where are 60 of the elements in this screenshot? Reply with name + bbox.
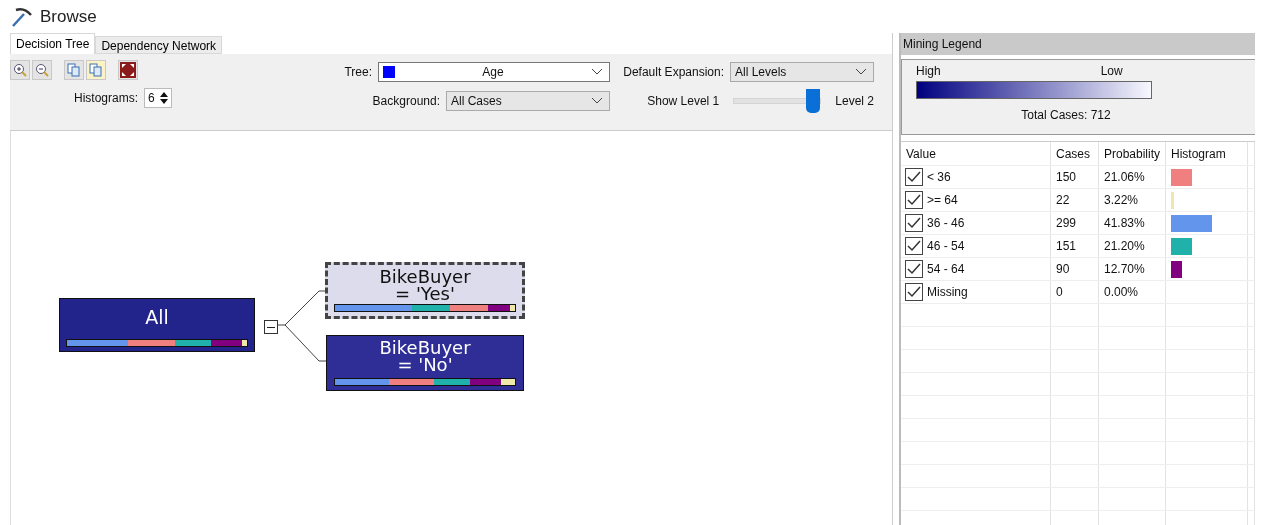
tree-node[interactable]: BikeBuyer = 'No': [326, 335, 524, 391]
table-cell: 0: [1056, 285, 1063, 299]
checkbox[interactable]: [905, 168, 923, 186]
table-cell: 46 - 54: [927, 239, 965, 253]
table-cell: 151: [1056, 239, 1077, 253]
tree-node[interactable]: All: [59, 298, 255, 352]
checkbox[interactable]: [905, 191, 923, 209]
checkbox[interactable]: [905, 260, 923, 278]
panel-header: Mining Legend: [901, 33, 1255, 55]
zoom-in-icon[interactable]: [10, 60, 30, 80]
table-cell: Missing: [927, 285, 968, 299]
fit-to-window-icon[interactable]: [118, 60, 138, 80]
table-cell: 54 - 64: [927, 262, 965, 276]
color-swatch-icon: [383, 66, 395, 78]
column-header: Histogram: [1166, 142, 1248, 165]
column-header: Cases: [1051, 142, 1099, 165]
table-cell: 22: [1056, 193, 1070, 207]
expansion-dropdown[interactable]: All Levels: [730, 62, 874, 82]
checkbox[interactable]: [905, 283, 923, 301]
tab[interactable]: Dependency Network: [95, 36, 223, 54]
level-slider-thumb[interactable]: [806, 89, 821, 113]
copy-icon[interactable]: [86, 60, 106, 80]
window-title: Browse: [40, 6, 97, 27]
table-cell: 21.20%: [1104, 239, 1145, 253]
table-cell: 3.22%: [1104, 193, 1139, 207]
tree-dropdown[interactable]: Age: [378, 62, 610, 82]
pickaxe-icon: [10, 5, 34, 28]
histograms-label: Histograms:: [74, 91, 138, 105]
table-cell: 36 - 46: [927, 216, 965, 230]
low-label: Low: [1100, 64, 1123, 78]
tree-label: Tree:: [344, 65, 372, 79]
histograms-spinner[interactable]: 6: [144, 88, 172, 108]
copy-icon[interactable]: [64, 60, 84, 80]
table-cell: 150: [1056, 170, 1077, 184]
table-cell: 12.70%: [1104, 262, 1145, 276]
zoom-out-icon[interactable]: [32, 60, 52, 80]
background-label: Background:: [372, 94, 440, 108]
level-label: Level 2: [835, 94, 874, 108]
table-cell: 0.00%: [1104, 285, 1139, 299]
total-cases: Total Cases: 712: [1020, 108, 1112, 122]
high-label: High: [916, 64, 941, 78]
show-level-label: Show Level 1: [647, 94, 720, 108]
chevron-down-icon: [591, 97, 603, 105]
checkbox[interactable]: [905, 214, 923, 232]
background-dropdown[interactable]: All Cases: [446, 91, 610, 111]
tab[interactable]: Decision Tree: [10, 33, 96, 54]
default-expansion-label: Default Expansion:: [623, 65, 724, 79]
chevron-down-icon: [855, 68, 867, 76]
table-cell: 299: [1056, 216, 1077, 230]
collapse-toggle[interactable]: [264, 320, 278, 334]
table-cell: 21.06%: [1104, 170, 1145, 184]
table-cell: 90: [1056, 262, 1070, 276]
table-cell: 41.83%: [1104, 216, 1145, 230]
chevron-down-icon: [591, 68, 603, 76]
column-header: Probability: [1099, 142, 1166, 165]
table-cell: >= 64: [927, 193, 958, 207]
column-header: Value: [901, 142, 1051, 165]
tree-node[interactable]: BikeBuyer = 'Yes': [325, 262, 525, 319]
table-cell: < 36: [927, 170, 951, 184]
checkbox[interactable]: [905, 237, 923, 255]
